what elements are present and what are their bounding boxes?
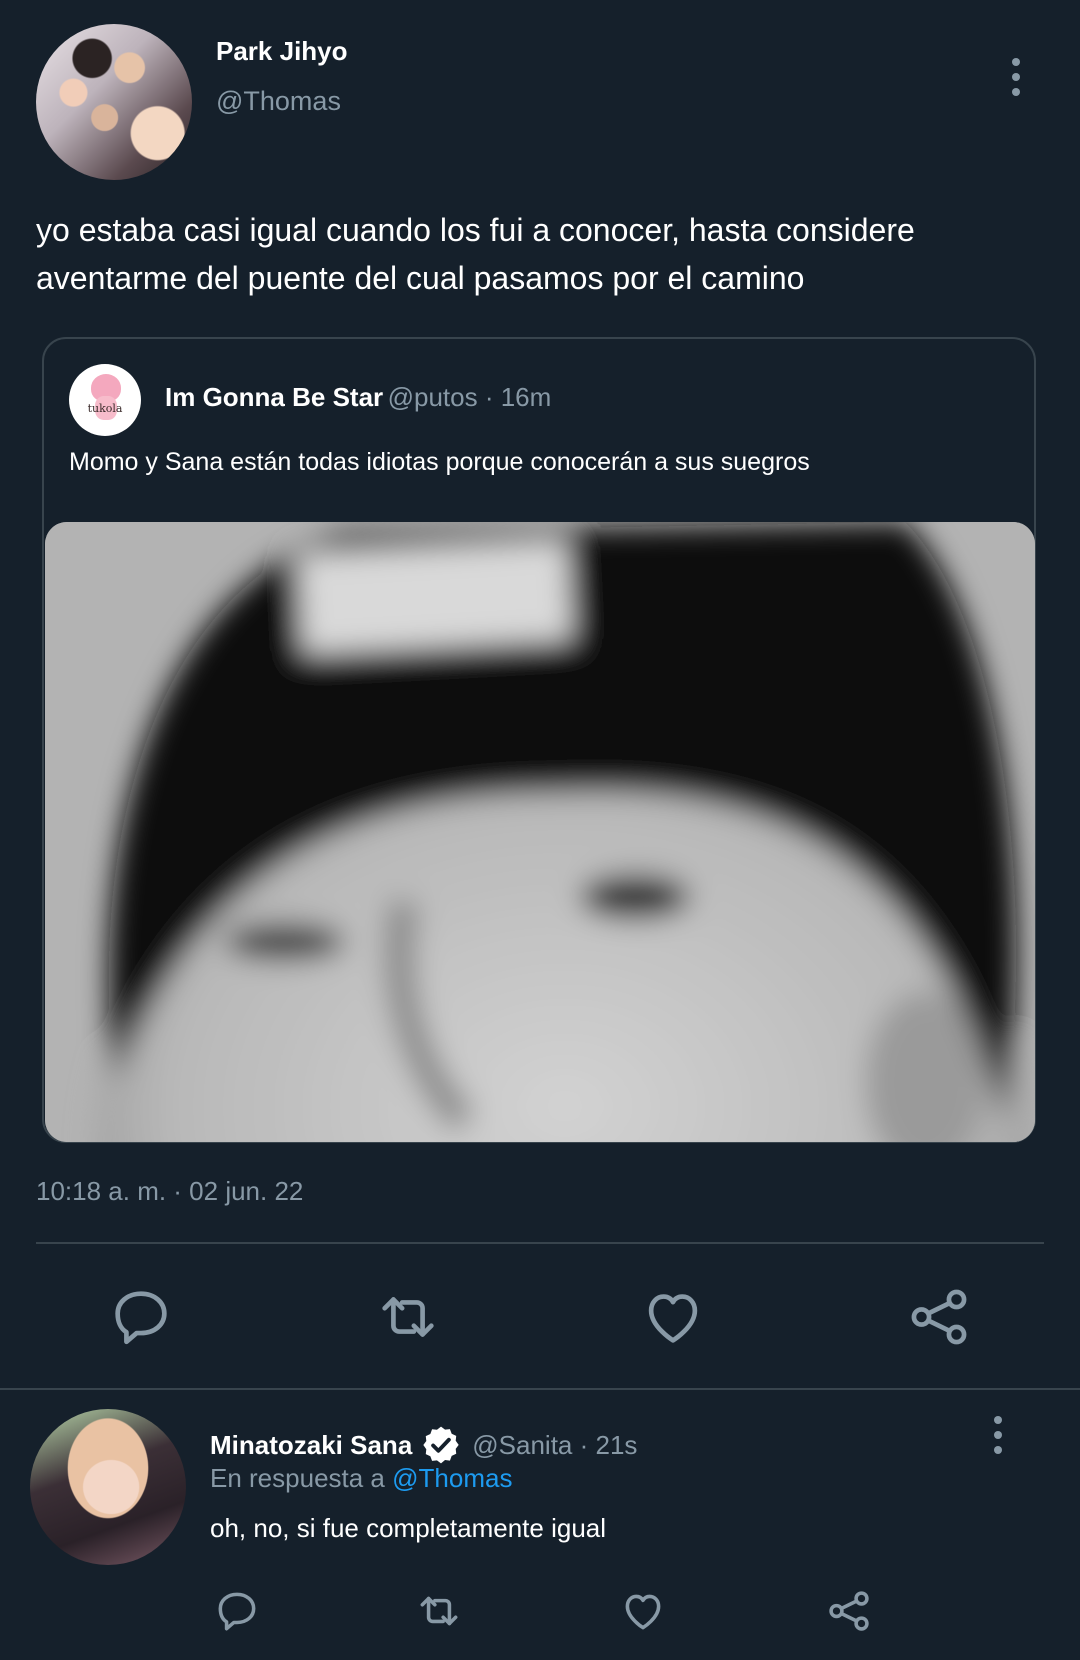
reply-author-name[interactable]: Minatozaki Sana [210,1430,412,1461]
reply-reply-icon[interactable] [212,1586,262,1636]
quoted-author-avatar[interactable]: tukola [69,364,141,436]
more-options-icon[interactable] [1006,58,1026,103]
quoted-header: Im Gonna Be Star @putos · 16m [165,382,551,413]
verified-badge-icon [420,1424,462,1466]
reply-icon[interactable] [106,1282,176,1352]
reply-author-avatar[interactable] [30,1409,186,1565]
tweet-text: yo estaba casi igual cuando los fui a co… [36,206,1046,302]
reply-more-options-icon[interactable] [988,1416,1008,1461]
author-avatar[interactable] [36,24,192,180]
reply-header: Minatozaki Sana @Sanita · 21s [210,1424,637,1466]
section-divider [0,1388,1080,1390]
reply-context-prefix: En respuesta a [210,1463,385,1493]
reply-share-icon[interactable] [824,1586,874,1636]
retweet-icon[interactable] [373,1282,443,1352]
quoted-author-name[interactable]: Im Gonna Be Star [165,382,383,412]
tweet-text-line-1: yo estaba casi igual cuando los fui a co… [36,212,915,248]
quoted-meta: @putos · 16m [387,382,552,412]
quoted-media-image[interactable] [45,522,1035,1142]
author-name[interactable]: Park Jihyo [216,36,348,67]
quoted-text: Momo y Sana están todas idiotas porque c… [69,448,810,476]
quoted-media-illustration [45,522,1035,1142]
reply-context: En respuesta a @Thomas [210,1463,512,1494]
reply-like-icon[interactable] [618,1586,668,1636]
divider [36,1242,1044,1244]
avatar-logo-text: tukola [87,402,123,415]
share-icon[interactable] [904,1282,974,1352]
reply-text: oh, no, si fue completamente igual [210,1513,607,1543]
tweet-text-line-2: aventarme del puente del cual pasamos po… [36,260,805,296]
like-icon[interactable] [638,1282,708,1352]
tweet-timestamp: 10:18 a. m. · 02 jun. 22 [36,1176,304,1206]
reply-to-link[interactable]: @Thomas [392,1463,512,1493]
reply-meta: @Sanita · 21s [472,1429,638,1460]
author-handle[interactable]: @Thomas [216,86,341,117]
reply-retweet-icon[interactable] [414,1586,464,1636]
